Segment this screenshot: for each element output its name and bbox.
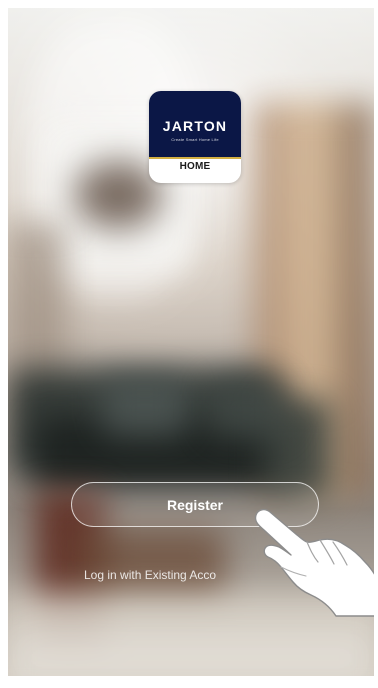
sofa-pillow bbox=[102, 376, 188, 436]
logo-home-label: HOME bbox=[179, 161, 211, 172]
logo-brand: JARTON bbox=[162, 118, 228, 134]
onboarding-screen: JARTON Create Smart Home Life HOME Regis… bbox=[8, 8, 374, 676]
app-logo: JARTON Create Smart Home Life HOME bbox=[149, 91, 241, 183]
hand-pointer-icon bbox=[254, 508, 374, 617]
sofa-pillow bbox=[208, 380, 288, 438]
logo-accent-strip bbox=[149, 157, 241, 159]
logo-subtitle: Create Smart Home Life bbox=[171, 137, 219, 142]
bottom-fade bbox=[8, 628, 374, 676]
